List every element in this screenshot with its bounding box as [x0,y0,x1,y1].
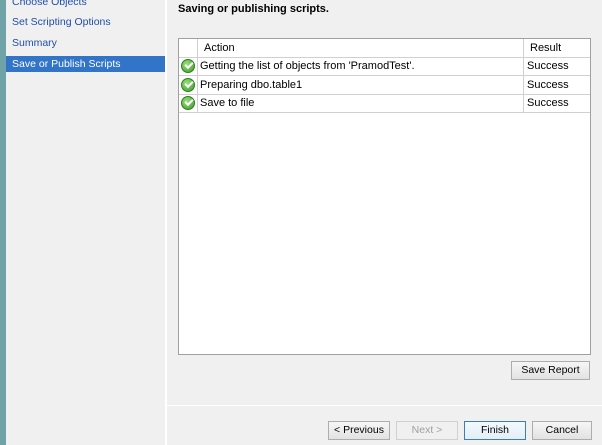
table-header: Action Result [179,39,590,58]
sidebar-item-summary[interactable]: Summary [6,35,165,51]
icon-column-header [179,39,198,57]
finish-button[interactable]: Finish [464,421,526,440]
results-table: Action Result Getting the list of object… [178,38,591,355]
page-title: Saving or publishing scripts. [178,3,329,15]
previous-button[interactable]: < Previous [328,421,390,440]
divider [165,0,167,445]
action-cell: Save to file [198,94,524,112]
table-row: Getting the list of objects from 'Pramod… [179,57,590,76]
status-cell [179,76,198,94]
save-report-button[interactable]: Save Report [511,361,590,380]
table-row: Preparing dbo.table1 Success [179,76,590,95]
action-cell: Getting the list of objects from 'Pramod… [198,57,524,75]
next-button[interactable]: Next > [396,421,458,440]
wizard-sidebar: Choose Objects Set Scripting Options Sum… [6,0,165,445]
success-check-icon [181,96,195,110]
success-check-icon [181,78,195,92]
action-cell: Preparing dbo.table1 [198,76,524,94]
result-cell: Success [527,79,569,91]
table-row: Save to file Success [179,94,590,113]
column-header-action[interactable]: Action [198,39,524,57]
success-check-icon [181,59,195,73]
cancel-button[interactable]: Cancel [532,421,592,440]
status-cell [179,94,198,112]
sidebar-item-choose-objects[interactable]: Choose Objects [6,0,165,10]
result-cell: Success [527,97,569,109]
footer-divider [167,405,602,406]
sidebar-item-set-scripting-options[interactable]: Set Scripting Options [6,14,165,30]
result-cell: Success [527,60,569,72]
column-header-result[interactable]: Result [524,39,590,57]
sidebar-item-save-or-publish[interactable]: Save or Publish Scripts [6,56,165,72]
status-cell [179,57,198,75]
